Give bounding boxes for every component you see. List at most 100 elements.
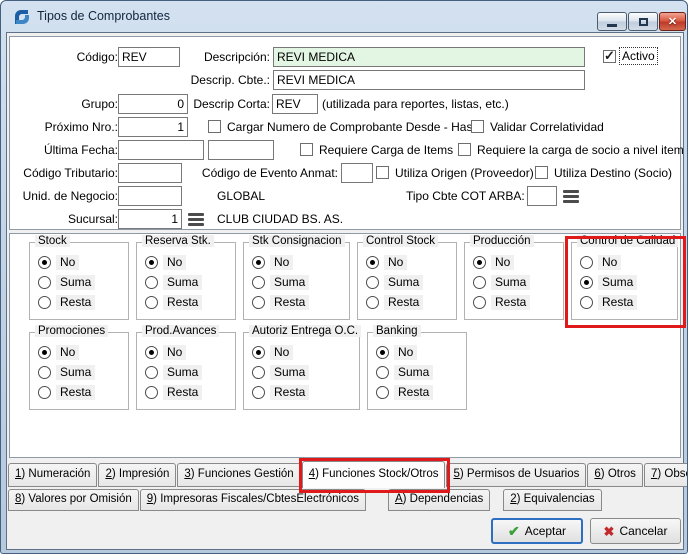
- radio-option-no[interactable]: No: [145, 255, 235, 270]
- radio-icon[interactable]: [473, 256, 486, 269]
- tab-1-numeraci-n[interactable]: 1) Numeración: [8, 463, 97, 487]
- radio-option-no[interactable]: No: [376, 345, 466, 360]
- cancelar-button[interactable]: ✖ Cancelar: [590, 518, 681, 544]
- radio-icon[interactable]: [145, 366, 158, 379]
- radio-option-no[interactable]: No: [38, 345, 128, 360]
- radio-icon[interactable]: [252, 276, 265, 289]
- radio-icon[interactable]: [38, 296, 51, 309]
- ultima-fecha-input-1[interactable]: [118, 140, 204, 160]
- radio-option-suma[interactable]: Suma: [580, 275, 677, 290]
- radio-option-resta[interactable]: Resta: [473, 295, 563, 310]
- tab-2-equivalencias[interactable]: 2) Equivalencias: [503, 489, 601, 511]
- radio-option-resta[interactable]: Resta: [252, 385, 359, 400]
- tab-a-dependencias[interactable]: A) Dependencias: [388, 489, 490, 511]
- close-button[interactable]: ✕: [659, 12, 686, 31]
- tab-accelerator: A: [395, 493, 403, 505]
- radio-icon[interactable]: [145, 346, 158, 359]
- radio-icon[interactable]: [145, 296, 158, 309]
- minimize-button[interactable]: [597, 12, 627, 31]
- activo-checkbox[interactable]: [603, 50, 616, 63]
- radio-icon[interactable]: [473, 296, 486, 309]
- radio-icon[interactable]: [38, 256, 51, 269]
- radio-option-no[interactable]: No: [473, 255, 563, 270]
- radio-icon[interactable]: [252, 346, 265, 359]
- radio-icon[interactable]: [252, 386, 265, 399]
- radio-option-resta[interactable]: Resta: [145, 385, 235, 400]
- radio-icon[interactable]: [376, 386, 389, 399]
- radio-icon[interactable]: [145, 256, 158, 269]
- radio-option-no[interactable]: No: [366, 255, 456, 270]
- radio-icon[interactable]: [376, 346, 389, 359]
- sucursal-input[interactable]: [118, 209, 182, 229]
- ultima-fecha-input-2[interactable]: [208, 140, 274, 160]
- radio-option-suma[interactable]: Suma: [366, 275, 456, 290]
- radio-option-no[interactable]: No: [145, 345, 235, 360]
- radio-option-resta[interactable]: Resta: [38, 295, 128, 310]
- utiliza-destino-checkbox[interactable]: [535, 166, 548, 179]
- unid-negocio-input[interactable]: [118, 186, 182, 206]
- radio-option-resta[interactable]: Resta: [376, 385, 466, 400]
- radio-option-no[interactable]: No: [252, 255, 349, 270]
- tab-6-otros[interactable]: 6) Otros: [587, 463, 643, 487]
- radio-icon[interactable]: [252, 366, 265, 379]
- radio-icon[interactable]: [376, 366, 389, 379]
- grupo-input[interactable]: [118, 94, 188, 114]
- aceptar-button[interactable]: ✔ Aceptar: [491, 518, 583, 544]
- tab-3-funciones-gesti-n[interactable]: 3) Funciones Gestión: [177, 463, 300, 487]
- codigo-input[interactable]: [118, 47, 180, 67]
- sucursal-list-icon[interactable]: [188, 212, 205, 227]
- radio-icon[interactable]: [580, 276, 593, 289]
- radio-option-no[interactable]: No: [580, 255, 677, 270]
- radio-icon[interactable]: [38, 346, 51, 359]
- proximo-input[interactable]: [118, 117, 188, 137]
- cargar-numero-checkbox[interactable]: [208, 120, 221, 133]
- tab-2-impresi-n[interactable]: 2) Impresión: [98, 463, 176, 487]
- codigo-tributario-input[interactable]: [118, 163, 182, 183]
- radio-option-resta[interactable]: Resta: [252, 295, 349, 310]
- radio-option-resta[interactable]: Resta: [366, 295, 456, 310]
- radio-option-suma[interactable]: Suma: [145, 275, 235, 290]
- anmat-input[interactable]: [341, 163, 373, 183]
- radio-option-suma[interactable]: Suma: [38, 275, 128, 290]
- radio-option-resta[interactable]: Resta: [580, 295, 677, 310]
- maximize-button[interactable]: [628, 12, 658, 31]
- descrip-corta-input[interactable]: [272, 94, 318, 114]
- tab-8-valores-por-omisi-n[interactable]: 8) Valores por Omisión: [8, 489, 139, 511]
- radio-option-resta[interactable]: Resta: [38, 385, 128, 400]
- title-bar[interactable]: Tipos de Comprobantes ✕: [1, 1, 687, 32]
- radio-icon[interactable]: [252, 256, 265, 269]
- descrip-cbte-input[interactable]: [273, 70, 585, 90]
- radio-option-suma[interactable]: Suma: [376, 365, 466, 380]
- radio-option-suma[interactable]: Suma: [145, 365, 235, 380]
- tab-7-observaciones[interactable]: 7) Observaciones: [644, 463, 688, 487]
- utiliza-origen-checkbox[interactable]: [376, 166, 389, 179]
- radio-icon[interactable]: [38, 386, 51, 399]
- radio-icon[interactable]: [580, 256, 593, 269]
- cot-arba-list-icon[interactable]: [563, 189, 580, 204]
- radio-icon[interactable]: [580, 296, 593, 309]
- radio-icon[interactable]: [38, 276, 51, 289]
- radio-option-suma[interactable]: Suma: [252, 365, 359, 380]
- radio-option-no[interactable]: No: [252, 345, 359, 360]
- radio-icon[interactable]: [145, 386, 158, 399]
- requiere-items-checkbox[interactable]: [300, 143, 313, 156]
- radio-icon[interactable]: [252, 296, 265, 309]
- cot-arba-input[interactable]: [527, 186, 557, 206]
- radio-option-suma[interactable]: Suma: [473, 275, 563, 290]
- radio-icon[interactable]: [38, 366, 51, 379]
- radio-icon[interactable]: [366, 256, 379, 269]
- radio-icon[interactable]: [473, 276, 486, 289]
- tab-9-impresoras-fiscales-cbteselectr-nicos[interactable]: 9) Impresoras Fiscales/CbtesElectrónicos: [140, 489, 366, 511]
- radio-option-resta[interactable]: Resta: [145, 295, 235, 310]
- radio-icon[interactable]: [366, 276, 379, 289]
- radio-option-suma[interactable]: Suma: [252, 275, 349, 290]
- tab-5-permisos-de-usuarios[interactable]: 5) Permisos de Usuarios: [446, 463, 586, 487]
- radio-option-suma[interactable]: Suma: [38, 365, 128, 380]
- descripcion-input[interactable]: [273, 47, 585, 67]
- radio-icon[interactable]: [366, 296, 379, 309]
- validar-checkbox[interactable]: [471, 120, 484, 133]
- radio-option-no[interactable]: No: [38, 255, 128, 270]
- radio-icon[interactable]: [145, 276, 158, 289]
- tab-4-funciones-stock-otros[interactable]: 4) Funciones Stock/Otros: [302, 461, 446, 488]
- requiere-socio-checkbox[interactable]: [458, 143, 471, 156]
